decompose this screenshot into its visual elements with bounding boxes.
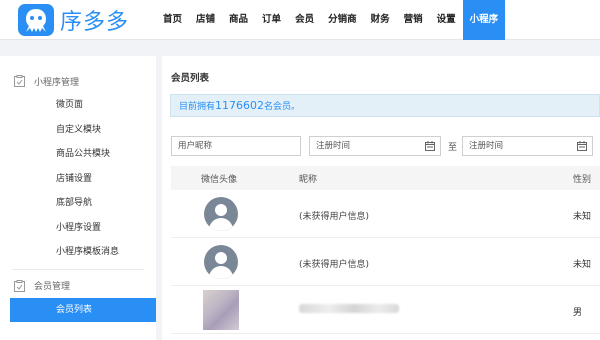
nav-orders[interactable]: 订单 xyxy=(255,0,288,40)
default-avatar-icon xyxy=(204,245,238,279)
nav-mini-program[interactable]: 小程序 xyxy=(462,0,506,40)
nav-distributors[interactable]: 分销商 xyxy=(321,0,364,40)
nav-home[interactable]: 首页 xyxy=(156,0,189,40)
sidebar-item-micro-page[interactable]: 微页面 xyxy=(0,93,156,118)
nav-store[interactable]: 店铺 xyxy=(189,0,222,40)
nav-members[interactable]: 会员 xyxy=(288,0,321,40)
nav-marketing[interactable]: 营销 xyxy=(397,0,430,40)
member-gender: 男 xyxy=(573,308,583,318)
sidebar-item-store-settings[interactable]: 店铺设置 xyxy=(0,167,156,192)
member-gender: 未知 xyxy=(573,260,592,270)
table-row[interactable]: 男 xyxy=(171,286,600,334)
table-row[interactable]: (未获得用户信息) 未知 xyxy=(171,238,600,286)
reg-time-from-input[interactable]: 注册时间 xyxy=(309,136,441,156)
column-header-gender: 性别 xyxy=(573,174,592,185)
clipboard-check-icon xyxy=(14,279,25,292)
member-avatar-photo xyxy=(203,290,239,330)
logo[interactable]: 序多多 xyxy=(18,4,129,36)
top-bar: 序多多 首页 店铺 商品 订单 会员 分销商 财务 营销 设置 小程序 xyxy=(0,0,600,40)
main-nav: 首页 店铺 商品 订单 会员 分销商 财务 营销 设置 小程序 xyxy=(156,0,506,40)
nav-products[interactable]: 商品 xyxy=(222,0,255,40)
page-title: 会员列表 xyxy=(171,73,210,84)
octopus-logo-icon xyxy=(18,4,54,36)
notice-suffix: 名会员。 xyxy=(264,102,301,112)
sidebar-group-members[interactable]: 会员管理 xyxy=(0,274,156,298)
nav-settings[interactable]: 设置 xyxy=(430,0,463,40)
nav-finance[interactable]: 财务 xyxy=(364,0,397,40)
calendar-icon[interactable] xyxy=(425,141,435,151)
default-avatar-icon xyxy=(204,197,238,231)
table-row[interactable]: (未获得用户信息) 未知 xyxy=(171,190,600,238)
column-header-nickname: 昵称 xyxy=(299,174,318,185)
sidebar-item-template-messages[interactable]: 小程序模板消息 xyxy=(0,240,156,265)
nickname-input[interactable]: 用户昵称 xyxy=(171,136,301,156)
clipboard-check-icon xyxy=(14,75,25,87)
sidebar-item-member-list[interactable]: 会员列表 xyxy=(10,297,156,322)
reg-time-to-placeholder: 注册时间 xyxy=(469,141,504,151)
to-label: 至 xyxy=(448,143,458,153)
sidebar-group-label: 会员管理 xyxy=(34,282,71,292)
table-header: 微信头像 昵称 性别 xyxy=(171,166,600,190)
main-content: 会员列表 目前拥有1176602名会员。 用户昵称 注册时间 至 注册时间 微信… xyxy=(162,56,600,340)
sidebar-group-label: 小程序管理 xyxy=(34,77,80,88)
member-count-notice: 目前拥有1176602名会员。 xyxy=(170,94,600,117)
member-nickname: (未获得用户信息) xyxy=(299,260,370,270)
member-count: 1176602 xyxy=(215,99,265,112)
notice-prefix: 目前拥有 xyxy=(179,102,216,112)
member-gender: 未知 xyxy=(573,212,592,222)
sidebar-item-bottom-nav[interactable]: 底部导航 xyxy=(0,191,156,216)
calendar-icon[interactable] xyxy=(577,141,587,151)
reg-time-from-placeholder: 注册时间 xyxy=(316,141,351,151)
sidebar-item-product-common-module[interactable]: 商品公共模块 xyxy=(0,142,156,167)
member-nickname: (未获得用户信息) xyxy=(299,212,370,222)
column-header-avatar: 微信头像 xyxy=(201,174,238,185)
sidebar-item-custom-module[interactable]: 自定义模块 xyxy=(0,118,156,143)
sidebar-item-mini-program-settings[interactable]: 小程序设置 xyxy=(0,216,156,241)
sidebar-group-mini-program[interactable]: 小程序管理 xyxy=(0,69,156,93)
blurred-nickname xyxy=(299,304,399,313)
sidebar: 小程序管理 微页面 自定义模块 商品公共模块 店铺设置 底部导航 小程序设置 小… xyxy=(0,56,156,340)
reg-time-to-input[interactable]: 注册时间 xyxy=(462,136,593,156)
sidebar-divider xyxy=(12,268,144,270)
logo-text: 序多多 xyxy=(60,10,130,35)
